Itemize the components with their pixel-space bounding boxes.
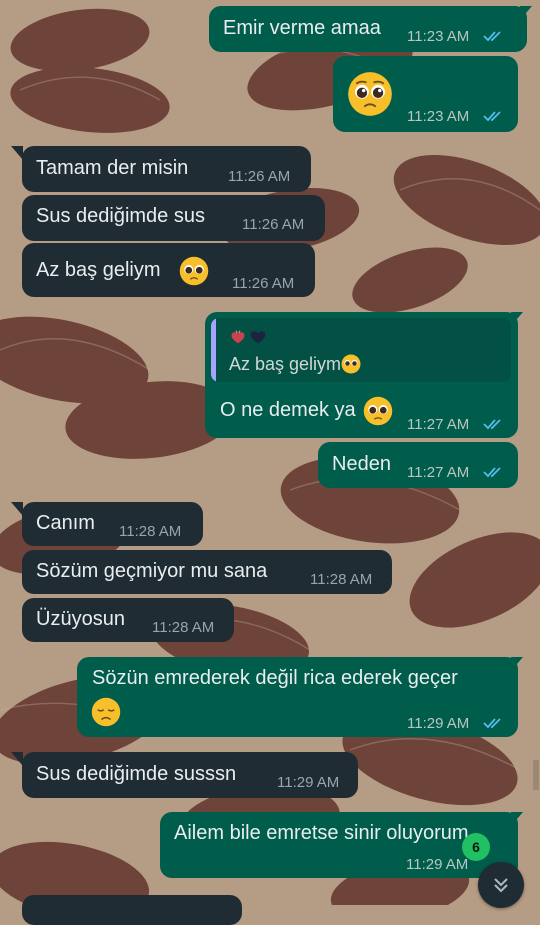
double-check-icon <box>483 718 501 729</box>
message-time: 11:29 AM <box>407 715 470 732</box>
pleading-face-icon <box>341 354 361 374</box>
message-text: Emir verme amaa <box>223 17 381 39</box>
outgoing-message[interactable]: Az baş geliym O ne demek ya 11:27 AM <box>205 312 518 438</box>
message-time: 11:23 AM <box>407 108 470 125</box>
chevron-double-down-icon <box>494 878 508 893</box>
outgoing-message[interactable]: 11:23 AM <box>333 56 518 132</box>
message-text: Sus dediğimde sus <box>36 205 205 227</box>
bubble-tail <box>511 312 523 326</box>
incoming-message[interactable]: Sus dediğimde sus 11:26 AM <box>22 195 325 241</box>
incoming-message-partial[interactable] <box>22 895 242 925</box>
disappointed-face-icon <box>91 697 121 727</box>
message-time: 11:26 AM <box>242 216 305 233</box>
black-heart-icon <box>250 331 266 344</box>
message-text: Canım <box>36 512 95 534</box>
scroll-to-bottom-button[interactable] <box>478 862 524 908</box>
double-check-icon <box>483 31 501 42</box>
message-time: 11:23 AM <box>407 28 470 45</box>
message-time: 11:29 AM <box>277 774 340 791</box>
pleading-face-icon <box>363 396 393 426</box>
message-time: 11:28 AM <box>310 571 373 588</box>
message-text: Ailem bile emretse sinir oluyorum <box>174 822 469 844</box>
incoming-message[interactable]: Sözüm geçmiyor mu sana 11:28 AM <box>22 550 392 594</box>
outgoing-message[interactable]: Sözün emrederek değil rica ederek geçer … <box>77 657 518 737</box>
message-text: Tamam der misin <box>36 157 189 179</box>
double-check-icon <box>483 419 501 430</box>
bubble-tail <box>520 6 532 20</box>
quoted-message[interactable]: Az baş geliym <box>211 318 511 382</box>
double-check-icon <box>483 467 501 478</box>
message-time: 11:27 AM <box>407 464 470 481</box>
incoming-message[interactable]: Sus dediğimde susssn 11:29 AM <box>22 752 358 798</box>
pleading-face-icon <box>348 72 392 116</box>
message-text: Sözüm geçmiyor mu sana <box>36 560 268 582</box>
outgoing-message[interactable]: Emir verme amaa 11:23 AM <box>209 6 527 52</box>
anatomical-heart-icon <box>231 330 245 344</box>
bubble-tail <box>511 812 523 826</box>
outgoing-message[interactable]: Neden 11:27 AM <box>318 442 518 488</box>
bubble-tail <box>511 657 523 671</box>
bubble-tail <box>11 502 23 516</box>
message-text: Neden <box>332 453 391 475</box>
message-text: O ne demek ya <box>220 399 356 421</box>
pleading-face-icon <box>179 256 209 286</box>
bubble-tail <box>11 146 23 160</box>
incoming-message[interactable]: Tamam der misin 11:26 AM <box>22 146 311 192</box>
incoming-message[interactable]: Üzüyosun 11:28 AM <box>22 598 234 642</box>
message-time: 11:26 AM <box>232 275 295 292</box>
message-time: 11:28 AM <box>119 523 182 540</box>
unread-count-badge: 6 <box>462 833 490 861</box>
bubble-tail <box>11 752 23 766</box>
message-text: Az baş geliym <box>36 259 161 281</box>
incoming-message[interactable]: Canım 11:28 AM <box>22 502 203 546</box>
incoming-message[interactable]: Az baş geliym 11:26 AM <box>22 243 315 297</box>
message-text: Sus dediğimde susssn <box>36 763 237 785</box>
quote-accent-bar <box>211 318 216 382</box>
message-time: 11:26 AM <box>228 168 291 185</box>
message-time: 11:27 AM <box>407 416 470 433</box>
quoted-text: Az baş geliym <box>229 354 342 374</box>
double-check-icon <box>483 111 501 122</box>
message-time: 11:29 AM <box>406 856 469 873</box>
message-text: Sözün emrederek değil rica ederek geçer <box>92 667 458 689</box>
message-time: 11:28 AM <box>152 619 215 636</box>
message-text: Üzüyosun <box>36 608 125 630</box>
